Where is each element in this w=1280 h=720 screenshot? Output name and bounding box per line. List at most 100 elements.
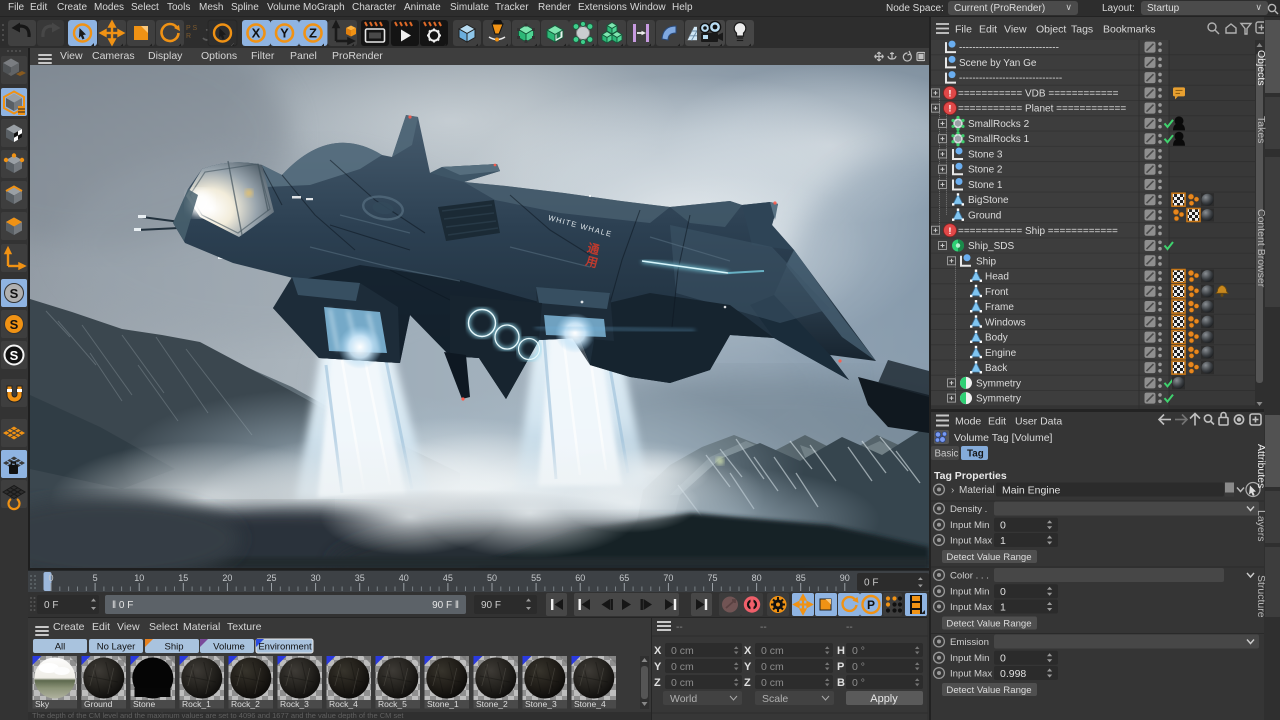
svg-text:BigStone: BigStone	[968, 195, 1009, 206]
svg-text:Ground: Ground	[968, 210, 1001, 221]
svg-text:1: 1	[1000, 602, 1006, 614]
svg-text:Scene by Yan Ge: Scene by Yan Ge	[959, 58, 1037, 69]
svg-text:Object: Object	[1036, 24, 1066, 36]
svg-text:Z: Z	[744, 677, 751, 689]
svg-text:View: View	[1004, 24, 1027, 36]
svg-text:Edit: Edit	[988, 416, 1006, 428]
svg-text:65: 65	[619, 573, 629, 583]
svg-text:Sky: Sky	[35, 699, 50, 709]
svg-text:75: 75	[707, 573, 717, 583]
svg-text:70: 70	[663, 573, 673, 583]
svg-text:Engine: Engine	[985, 348, 1017, 359]
svg-text:50: 50	[487, 573, 497, 583]
svg-text:Input Max: Input Max	[950, 536, 992, 547]
svg-text:Front: Front	[985, 287, 1009, 298]
svg-text:Z: Z	[654, 677, 661, 689]
svg-text:World: World	[670, 693, 697, 705]
svg-text:Back: Back	[985, 363, 1008, 374]
svg-text:Emission: Emission	[950, 637, 989, 648]
svg-text:Rock_4: Rock_4	[329, 699, 358, 709]
svg-text:Rock_1: Rock_1	[182, 699, 211, 709]
svg-text:Density .: Density .	[950, 504, 987, 515]
svg-text:Stone_3: Stone_3	[525, 699, 557, 709]
svg-text:Input Max: Input Max	[950, 669, 992, 680]
svg-text:B: B	[837, 677, 845, 689]
svg-text:60: 60	[575, 573, 585, 583]
svg-text:=========== Ship ============: =========== Ship ============	[958, 226, 1118, 237]
svg-text:0: 0	[1000, 653, 1006, 665]
svg-text:Tags: Tags	[1071, 24, 1093, 36]
svg-text:S: S	[10, 286, 19, 301]
svg-text:40: 40	[399, 573, 409, 583]
svg-text:Head: Head	[985, 272, 1009, 283]
svg-text:Scale: Scale	[762, 693, 788, 705]
svg-text:Body: Body	[985, 333, 1008, 344]
svg-text:Windows: Windows	[985, 317, 1026, 328]
svg-text:Color . . .: Color . . .	[950, 571, 989, 582]
svg-text:P S: P S	[186, 25, 197, 32]
svg-text:Mode: Mode	[955, 416, 981, 428]
svg-text:!: !	[948, 88, 951, 99]
svg-text:Bookmarks: Bookmarks	[1103, 24, 1156, 36]
svg-text:Stone 2: Stone 2	[968, 165, 1003, 176]
svg-text:------------------------------: -------------------------------	[959, 73, 1062, 84]
svg-text:Symmetry: Symmetry	[976, 378, 1021, 389]
svg-text:Stone_4: Stone_4	[574, 699, 606, 709]
svg-text:Apply: Apply	[870, 693, 898, 705]
svg-text:Input Min: Input Min	[950, 587, 989, 598]
svg-text:0 cm: 0 cm	[761, 677, 784, 689]
svg-text:25: 25	[266, 573, 276, 583]
svg-text:Tag Properties: Tag Properties	[934, 470, 1007, 482]
svg-text:=========== VDB ============: =========== VDB ============	[958, 88, 1119, 99]
svg-text:--: --	[760, 622, 767, 633]
svg-text:90 F: 90 F	[481, 600, 501, 611]
svg-text:Ship: Ship	[976, 256, 996, 267]
svg-text:0 cm: 0 cm	[761, 645, 784, 657]
svg-text:15: 15	[178, 573, 188, 583]
svg-text:Y: Y	[280, 26, 289, 41]
svg-text:55: 55	[531, 573, 541, 583]
svg-text:Detect Value Range: Detect Value Range	[946, 552, 1031, 563]
svg-text:Environment: Environment	[258, 642, 312, 653]
svg-text:Main Engine: Main Engine	[1002, 485, 1061, 497]
svg-text:S: S	[10, 317, 19, 332]
svg-text:Rock_3: Rock_3	[280, 699, 309, 709]
svg-text:Frame: Frame	[985, 302, 1014, 313]
svg-text:Stone 1: Stone 1	[968, 180, 1003, 191]
svg-text:0.998: 0.998	[1000, 668, 1026, 680]
svg-text:Detect Value Range: Detect Value Range	[946, 619, 1031, 630]
svg-text:------------------------------: ------------------------------	[959, 43, 1059, 54]
svg-text:Stone_2: Stone_2	[476, 699, 508, 709]
svg-text:No Layer: No Layer	[97, 642, 136, 653]
svg-text:Symmetry: Symmetry	[976, 394, 1021, 405]
svg-text:All: All	[55, 642, 66, 653]
svg-text:0 cm: 0 cm	[671, 645, 694, 657]
svg-text:85: 85	[796, 573, 806, 583]
svg-text:0 cm: 0 cm	[761, 661, 784, 673]
svg-text:10: 10	[134, 573, 144, 583]
svg-text:Tag: Tag	[967, 449, 984, 460]
svg-text:Ship: Ship	[164, 642, 183, 653]
svg-text:SmallRocks 1: SmallRocks 1	[968, 134, 1030, 145]
svg-text:0: 0	[48, 573, 53, 583]
svg-text:90 F ‖: 90 F ‖	[432, 600, 459, 611]
svg-text:Edit: Edit	[979, 24, 997, 36]
svg-text:1: 1	[1000, 535, 1006, 547]
svg-text:X: X	[744, 645, 752, 657]
svg-text:‖ 0 F: ‖ 0 F	[112, 600, 133, 611]
svg-text:Stone: Stone	[133, 699, 155, 709]
svg-text:0 °: 0 °	[852, 677, 865, 689]
svg-text:0 F: 0 F	[864, 578, 878, 589]
svg-text:P: P	[867, 598, 875, 612]
svg-text:5: 5	[93, 573, 98, 583]
svg-text:Volume Tag [Volume]: Volume Tag [Volume]	[954, 432, 1053, 444]
svg-text:Y: Y	[744, 661, 752, 673]
svg-text:Material: Material	[959, 485, 995, 496]
svg-text:Rock_2: Rock_2	[231, 699, 260, 709]
svg-text:35: 35	[355, 573, 365, 583]
svg-text:User Data: User Data	[1015, 416, 1062, 428]
svg-text:0 cm: 0 cm	[671, 677, 694, 689]
svg-text:!: !	[948, 226, 951, 237]
svg-text:P: P	[837, 661, 844, 673]
svg-text:90: 90	[840, 573, 850, 583]
